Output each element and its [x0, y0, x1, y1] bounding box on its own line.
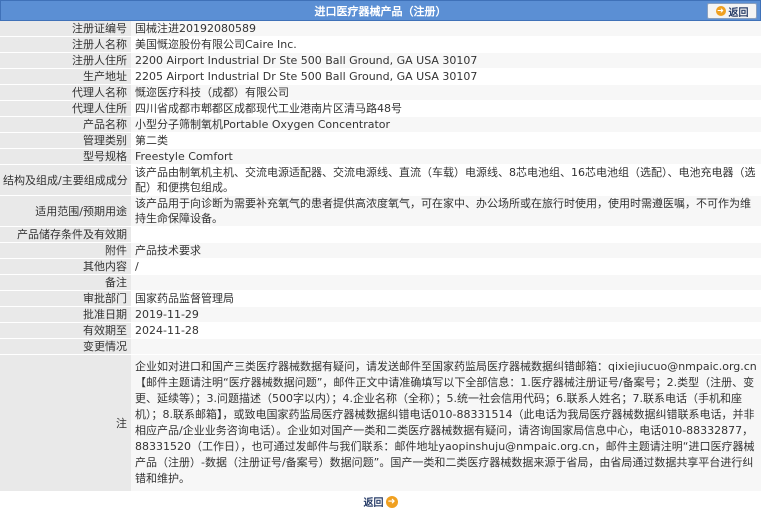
field-value: 美国慨迩股份有限公司Caire Inc. [131, 36, 761, 53]
field-value: 产品技术要求 [131, 242, 761, 259]
table-row: 附件 产品技术要求 [0, 242, 761, 259]
table-row: 管理类别 第二类 [0, 132, 761, 149]
field-value: 小型分子筛制氧机Portable Oxygen Concentrator [131, 116, 761, 133]
field-label: 代理人名称 [0, 84, 131, 101]
table-row: 适用范围/预期用途 该产品用于向诊断为需要补充氧气的患者提供高浓度氧气，可在家中、… [0, 195, 761, 227]
table-row: 产品名称 小型分子筛制氧机Portable Oxygen Concentrator [0, 116, 761, 133]
field-label: 适用范围/预期用途 [0, 195, 131, 227]
field-label: 结构及组成/主要组成成分 [0, 164, 131, 196]
field-value: 该产品用于向诊断为需要补充氧气的患者提供高浓度氧气，可在家中、办公场所或在旅行时… [131, 195, 761, 227]
table-row: 生产地址 2205 Airport Industrial Dr Ste 500 B… [0, 68, 761, 85]
table-row: 结构及组成/主要组成成分 该产品由制氧机主机、交流电源适配器、交流电源线、直流（车… [0, 164, 761, 196]
table-row: 其他内容 / [0, 258, 761, 275]
arrow-right-icon: ➜ [385, 495, 398, 508]
field-label: 备注 [0, 274, 131, 291]
field-label: 其他内容 [0, 258, 131, 275]
back-button-top[interactable]: ➜ 返回 [707, 3, 757, 19]
table-row: 代理人住所 四川省成都市郫都区成都现代工业港南片区清马路48号 [0, 100, 761, 117]
field-value: / [131, 258, 761, 275]
field-label: 批准日期 [0, 306, 131, 323]
field-label: 注册人名称 [0, 36, 131, 53]
table-row: 型号规格 Freestyle Comfort [0, 148, 761, 165]
field-label: 变更情况 [0, 338, 131, 355]
field-value: 国械注进20192080589 [131, 21, 761, 37]
field-label: 代理人住所 [0, 100, 131, 117]
table-row: 代理人名称 慨迩医疗科技（成都）有限公司 [0, 84, 761, 101]
back-button-bottom[interactable]: 返回 ➜ [364, 494, 398, 509]
footer: 返回 ➜ [0, 494, 761, 509]
field-value [131, 226, 761, 243]
note-label: 注 [0, 354, 131, 492]
arrow-right-icon: ➜ [715, 6, 726, 16]
field-label: 附件 [0, 242, 131, 259]
table-row: 备注 [0, 274, 761, 291]
note-text: 企业如对进口和国产三类医疗器械数据有疑问，请发送邮件至国家药监局医疗器械数据纠错… [131, 354, 761, 492]
field-value: Freestyle Comfort [131, 148, 761, 165]
table-row: 审批部门 国家药品监督管理局 [0, 290, 761, 307]
field-value: 2205 Airport Industrial Dr Ste 500 Ball … [131, 68, 761, 85]
field-label: 注册证编号 [0, 21, 131, 37]
table-row: 注册人名称 美国慨迩股份有限公司Caire Inc. [0, 36, 761, 53]
table-row: 变更情况 [0, 338, 761, 355]
field-value [131, 274, 761, 291]
field-value: 2024-11-28 [131, 322, 761, 339]
field-value: 2019-11-29 [131, 306, 761, 323]
field-label: 产品储存条件及有效期 [0, 226, 131, 243]
field-label: 审批部门 [0, 290, 131, 307]
field-label: 有效期至 [0, 322, 131, 339]
page-header: 进口医疗器械产品（注册） ➜ 返回 [0, 0, 761, 21]
field-value: 四川省成都市郫都区成都现代工业港南片区清马路48号 [131, 100, 761, 117]
field-value: 国家药品监督管理局 [131, 290, 761, 307]
field-label: 型号规格 [0, 148, 131, 165]
note-row: 注企业如对进口和国产三类医疗器械数据有疑问，请发送邮件至国家药监局医疗器械数据纠… [0, 354, 761, 492]
back-button-label: 返回 [728, 7, 749, 19]
back-button-label: 返回 [363, 498, 384, 509]
field-value: 慨迩医疗科技（成都）有限公司 [131, 84, 761, 101]
field-label: 产品名称 [0, 116, 131, 133]
field-value [131, 338, 761, 355]
table-row: 注册人住所 2200 Airport Industrial Dr Ste 500 … [0, 52, 761, 69]
field-label: 管理类别 [0, 132, 131, 149]
field-label: 注册人住所 [0, 52, 131, 69]
detail-table: 注册证编号 国械注进20192080589 注册人名称 美国慨迩股份有限公司Caire… [0, 21, 761, 492]
field-label: 生产地址 [0, 68, 131, 85]
field-value: 2200 Airport Industrial Dr Ste 500 Ball … [131, 52, 761, 69]
table-row: 有效期至 2024-11-28 [0, 322, 761, 339]
field-value: 该产品由制氧机主机、交流电源适配器、交流电源线、直流（车载）电源线、8芯电池组、… [131, 164, 761, 196]
table-row: 注册证编号 国械注进20192080589 [0, 21, 761, 37]
table-row: 批准日期 2019-11-29 [0, 306, 761, 323]
field-value: 第二类 [131, 132, 761, 149]
table-row: 产品储存条件及有效期 [0, 226, 761, 243]
page-title: 进口医疗器械产品（注册） [314, 5, 447, 18]
